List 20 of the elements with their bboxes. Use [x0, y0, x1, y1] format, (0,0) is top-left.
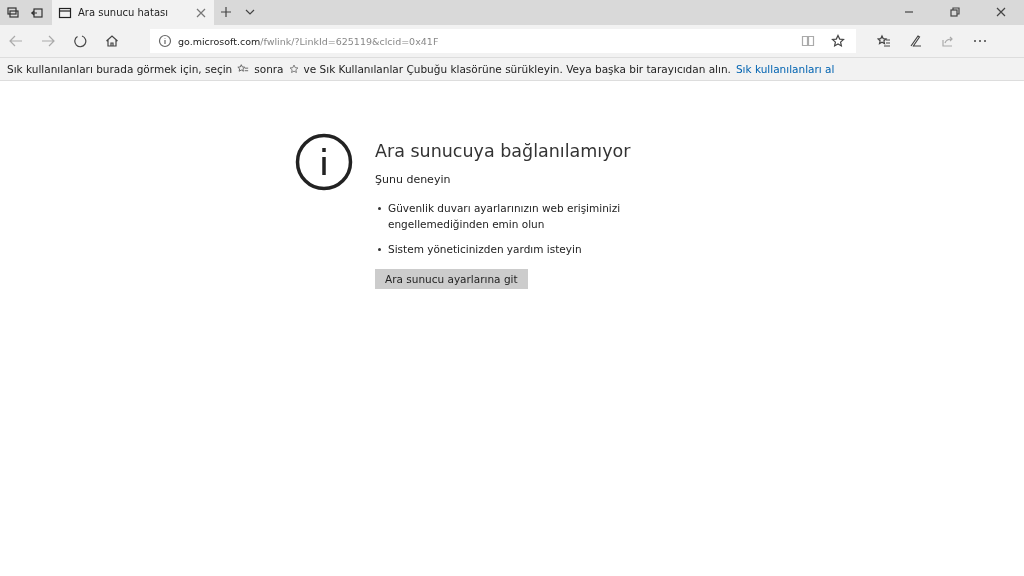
- browser-tab[interactable]: Ara sunucu hatası: [52, 0, 214, 25]
- error-title: Ara sunucuya bağlanılamıyor: [375, 141, 631, 161]
- favorites-star-icon: [237, 63, 250, 75]
- page-icon: [58, 5, 72, 20]
- error-subtitle: Şunu deneyin: [375, 173, 451, 186]
- proxy-settings-button[interactable]: Ara sunucu ayarlarına git: [375, 269, 528, 289]
- suggestion-text: Sistem yöneticinizden yardım isteyin: [388, 242, 582, 257]
- star-icon: [288, 64, 299, 74]
- info-icon: [295, 133, 353, 191]
- tab-title: Ara sunucu hatası: [78, 7, 169, 18]
- bullet-icon: [378, 248, 381, 251]
- suggestion-text: Güvenlik duvarı ayarlarınızın web erişiminizi engellemediğinden emin olun: [388, 201, 622, 232]
- bullet-icon: [378, 207, 381, 210]
- url-text: go.microsoft.com/fwlink/?LinkId=625119&clcid=0x41F: [178, 35, 440, 47]
- address-field[interactable]: go.microsoft.com/fwlink/?LinkId=625119&clcid=0x41F: [150, 29, 856, 53]
- favorites-hint: sonra: [254, 63, 284, 75]
- favorites-hint: ve Sık Kullanılanlar Çubuğu klasörüne sürükleyin. Veya başka bir tarayıcıdan alın.: [303, 63, 731, 75]
- import-favorites-link[interactable]: Sık kullanılanları al: [735, 63, 835, 75]
- info-icon: [158, 34, 172, 48]
- favorites-hint: Sık kullanılanları burada görmek için, seçin: [7, 63, 233, 75]
